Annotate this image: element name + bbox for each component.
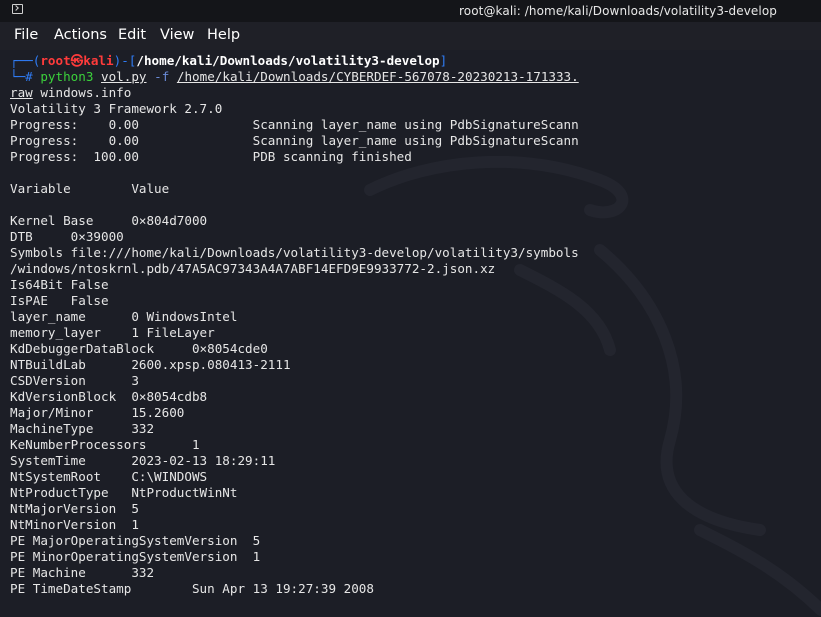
output-line: Volatility 3 Framework 2.7.0 (10, 101, 223, 116)
command-flag: -f (154, 69, 170, 84)
output-line: NtProductType NtProductWinNt (10, 485, 238, 500)
output-line: IsPAE False (10, 293, 109, 308)
window-titlebar: root@kali: /home/kali/Downloads/volatili… (0, 0, 821, 22)
output-line: CSDVersion 3 (10, 373, 139, 388)
menu-actions[interactable]: Actions (54, 27, 107, 43)
output-line: Progress: 100.00 PDB scanning finished (10, 149, 412, 164)
output-line: /windows/ntoskrnl.pdb/47A5AC97343A4A7ABF… (10, 261, 496, 276)
menu-file[interactable]: File (14, 27, 38, 43)
output-line: NtMinorVersion 1 (10, 517, 139, 532)
terminal-area[interactable]: ┌──(root㉿kali)-[/home/kali/Downloads/vol… (0, 50, 821, 617)
prompt-line: ┌──(root㉿kali)-[/home/kali/Downloads/vol… (10, 53, 447, 69)
output-line: NTBuildLab 2600.xpsp.080413-2111 (10, 357, 291, 372)
output-line: PE TimeDateStamp Sun Apr 13 19:27:39 200… (10, 581, 374, 596)
prompt-mid: )-[ (113, 53, 137, 68)
output-line: memory_layer 1 FileLayer (10, 325, 215, 340)
output-line: KdVersionBlock 0×8054cdb8 (10, 389, 208, 404)
command-file-ext: raw (10, 85, 33, 100)
output-line: Progress: 0.00 Scanning layer_name using… (10, 117, 579, 132)
menu-view[interactable]: View (160, 27, 194, 43)
output-line: NtSystemRoot C:\WINDOWS (10, 469, 208, 484)
output-line: Symbols file:///home/kali/Downloads/vola… (10, 245, 579, 260)
output-line: Kernel Base 0×804d7000 (10, 213, 208, 228)
output-line: SystemTime 2023-02-13 18:29:11 (10, 453, 276, 468)
output-line: Progress: 0.00 Scanning layer_name using… (10, 133, 579, 148)
output-line: Is64Bit False (10, 277, 109, 292)
command-file: /home/kali/Downloads/CYBERDEF-567078-202… (176, 69, 579, 84)
prompt-open: ┌──( (10, 53, 41, 68)
prompt-hash: └─# (10, 69, 33, 84)
window-title: root@kali: /home/kali/Downloads/volatili… (458, 4, 777, 18)
prompt-close: ] (439, 53, 448, 68)
output-line: MachineType 332 (10, 421, 155, 436)
prompt-user: root㉿kali (40, 53, 114, 68)
command-line-wrap: raw windows.info (10, 85, 131, 101)
command-plugin: windows.info (32, 85, 132, 100)
output-line: DTB 0×39000 (10, 229, 124, 244)
prompt-path: /home/kali/Downloads/volatility3-develop (136, 53, 440, 68)
command-line[interactable]: └─# python3 vol.py -f /home/kali/Downloa… (10, 69, 579, 85)
menu-edit[interactable]: Edit (118, 27, 146, 43)
output-line: KeNumberProcessors 1 (10, 437, 200, 452)
menu-help[interactable]: Help (207, 27, 240, 43)
output-line: NtMajorVersion 5 (10, 501, 139, 516)
output-line: KdDebuggerDataBlock 0×8054cde0 (10, 341, 268, 356)
command-script: vol.py (101, 69, 147, 84)
menu-bar: File Actions Edit View Help (0, 22, 821, 50)
output-line: layer_name 0 WindowsIntel (10, 309, 238, 324)
terminal-icon[interactable] (12, 4, 23, 14)
output-line: PE MajorOperatingSystemVersion 5 (10, 533, 261, 548)
command-name: python3 (40, 69, 94, 84)
output-line: Major/Minor 15.2600 (10, 405, 185, 420)
output-line: PE Machine 332 (10, 565, 155, 580)
output-line: Variable Value (10, 181, 170, 196)
output-line: PE MinorOperatingSystemVersion 1 (10, 549, 261, 564)
